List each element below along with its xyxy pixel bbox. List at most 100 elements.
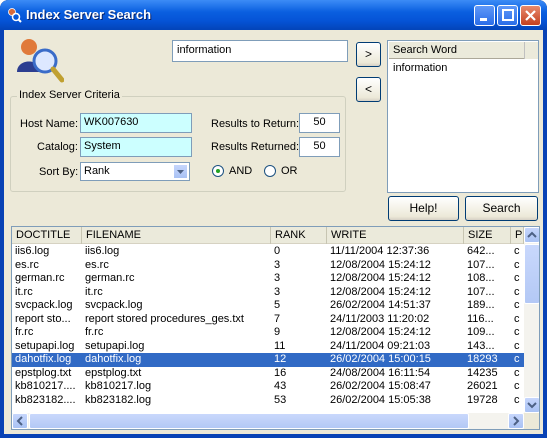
sort-by-dropdown-button[interactable] [173,164,188,179]
catalog-label: Catalog: [37,141,78,153]
search-button[interactable]: Search [465,196,538,221]
help-button[interactable]: Help! [388,196,459,221]
scroll-up-icon [527,231,537,238]
client-area: information > < Search Word information … [4,30,543,434]
table-row[interactable]: fr.rc fr.rc 9 12/08/2004 15:24:12 109... c [12,326,524,340]
scroll-left-button[interactable] [12,413,28,429]
cell-doctitle: epstplog.txt [15,366,72,379]
and-radio[interactable] [212,165,224,177]
cell-doctitle: it.rc [15,285,33,298]
maximize-button[interactable] [497,5,518,26]
cell-size: 642... [467,245,495,257]
search-button-label: Search [482,201,521,215]
cell-doctitle: kb823182.... [15,393,76,406]
cell-size: 26021 [467,380,498,392]
results-returned-label: Results Returned: [211,141,300,153]
cell-size: 107... [467,285,495,298]
col-size[interactable]: SIZE [464,227,511,244]
minimize-icon [480,18,487,21]
vertical-scrollbar[interactable] [524,227,539,413]
minimize-button[interactable] [474,5,495,26]
and-radio-label[interactable]: AND [229,165,252,177]
cell-write: 11/11/2004 12:37:36 [330,245,430,257]
scroll-left-icon [16,416,23,426]
col-path[interactable]: P [511,227,524,244]
cell-write: 24/08/2004 16:11:54 [330,366,431,379]
add-word-button[interactable]: > [356,42,381,67]
col-write[interactable]: WRITE [327,227,464,244]
horizontal-scroll-thumb[interactable] [29,413,469,429]
table-row[interactable]: svcpack.log svcpack.log 5 26/02/2004 14:51:… [12,299,524,313]
table-row[interactable]: kb823182.... kb823182.log 53 26/02/2004 15:… [12,394,524,408]
window-title: Index Server Search [26,7,152,22]
table-row[interactable]: it.rc it.rc 3 12/08/2004 15:24:12 107... c [12,286,524,300]
col-doctitle[interactable]: DOCTITLE [12,227,82,244]
search-word-header-filler [524,42,538,59]
or-radio-label[interactable]: OR [281,165,298,177]
cell-filename: dahotfix.log [85,353,142,365]
search-word-list[interactable]: Search Word information [387,40,539,193]
scroll-down-button[interactable] [524,397,539,413]
cell-path: c [514,258,520,271]
scroll-up-button[interactable] [524,227,539,243]
cell-size: 116... [467,312,494,325]
search-input[interactable]: information [172,40,348,62]
table-row[interactable]: report sto... report stored procedures_ge… [12,313,524,327]
cell-write: 26/02/2004 15:08:47 [330,380,431,392]
cell-size: 108... [467,272,495,284]
results-table-body: iis6.log iis6.log 0 11/11/2004 12:37:36 642.… [12,245,524,407]
cell-rank: 53 [274,393,287,406]
title-bar[interactable]: Index Server Search [0,0,547,30]
table-row[interactable]: setupapi.log setupapi.log 11 24/11/2004 09:… [12,340,524,354]
search-word-item[interactable]: information [393,62,447,74]
cell-size: 14235 [467,366,498,379]
cell-write: 12/08/2004 15:24:12 [330,326,431,338]
vertical-scroll-thumb[interactable] [524,244,539,304]
cell-filename: it.rc [85,285,103,298]
catalog-field[interactable]: System [80,137,192,157]
or-radio[interactable] [264,165,276,177]
close-button[interactable] [520,5,541,26]
cell-path: c [514,339,520,352]
dropdown-arrow-icon [177,170,184,174]
cell-doctitle: kb810217.... [15,380,76,392]
cell-filename: svcpack.log [85,299,143,311]
results-table-header: DOCTITLE FILENAME RANK WRITE SIZE P [12,227,524,244]
table-row[interactable]: kb810217.... kb810217.log 43 26/02/2004 15:… [12,380,524,394]
col-filename[interactable]: FILENAME [82,227,271,244]
col-rank[interactable]: RANK [271,227,327,244]
remove-word-button[interactable]: < [356,77,381,102]
horizontal-scrollbar[interactable] [12,413,524,429]
scroll-right-button[interactable] [508,413,524,429]
cell-size: 19728 [467,393,498,406]
criteria-legend: Index Server Criteria [17,89,122,101]
table-row[interactable]: german.rc german.rc 3 12/08/2004 15:24:12 10… [12,272,524,286]
cell-write: 26/02/2004 14:51:37 [330,299,431,311]
cell-path: c [514,312,520,325]
table-row[interactable]: es.rc es.rc 3 12/08/2004 15:24:12 107... c [12,259,524,273]
cell-doctitle: es.rc [15,258,39,271]
cell-path: c [514,366,520,379]
cell-path: c [514,285,520,298]
table-row[interactable]: iis6.log iis6.log 0 11/11/2004 12:37:36 642.… [12,245,524,259]
cell-write: 24/11/2004 09:21:03 [330,339,431,352]
cell-size: 107... [467,258,495,271]
results-to-return-field[interactable]: 50 [299,113,340,133]
cell-rank: 5 [274,299,281,311]
table-row[interactable]: dahotfix.log dahotfix.log 12 26/02/2004 15:… [12,353,524,367]
sort-by-select[interactable]: Rank [80,162,190,181]
host-name-field[interactable]: WK007630 [80,113,192,133]
scrollbar-corner [524,413,539,429]
window-frame-bottom [0,434,547,438]
sort-by-value: Rank [84,165,110,177]
cell-write: 12/08/2004 15:24:12 [330,258,431,271]
cell-size: 109... [467,326,495,338]
search-word-header[interactable]: Search Word [389,42,524,59]
cell-write: 12/08/2004 15:24:12 [330,285,431,298]
close-icon [525,10,536,21]
cell-write: 12/08/2004 15:24:12 [330,272,431,284]
cell-filename: es.rc [85,258,109,271]
results-table[interactable]: DOCTITLE FILENAME RANK WRITE SIZE P iis6… [11,226,540,430]
cell-rank: 3 [274,285,281,298]
table-row[interactable]: epstplog.txt epstplog.txt 16 24/08/2004 16:… [12,367,524,381]
